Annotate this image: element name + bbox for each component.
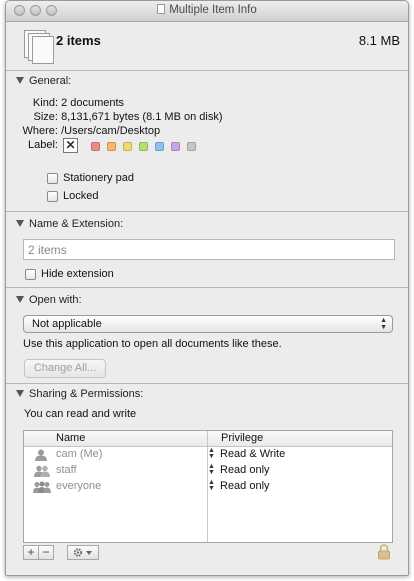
open-with-section-toggle[interactable]: Open with: (16, 294, 82, 306)
label-color-swatch[interactable] (171, 142, 180, 151)
divider (6, 211, 408, 212)
size-row: Size: 8,131,671 bytes (8.1 MB on disk) (6, 111, 223, 123)
table-header: Name Privilege (24, 431, 392, 447)
general-heading: General: (29, 75, 72, 87)
hide-extension-checkbox[interactable] (25, 269, 36, 280)
label-color-swatch[interactable] (187, 142, 196, 151)
group-icon (34, 465, 50, 477)
stationery-pad-checkbox[interactable] (47, 173, 58, 184)
row-name: cam (Me) (56, 448, 103, 460)
popup-arrows-icon: ▲ ▼ (380, 317, 387, 331)
title-bar[interactable]: Multiple Item Info (6, 1, 408, 22)
selection-title: 2 items (56, 33, 101, 48)
label-row: Label: (6, 139, 58, 151)
window-title-wrap: Multiple Item Info (6, 4, 408, 16)
name-extension-section-toggle[interactable]: Name & Extension: (16, 218, 123, 230)
label-color-swatch[interactable] (123, 142, 132, 151)
remove-user-button[interactable]: − (38, 545, 54, 560)
privilege-arrows-icon[interactable]: ▲ ▼ (208, 447, 215, 460)
kind-label: Kind: (32, 97, 58, 109)
documents-icon (20, 30, 56, 66)
divider (6, 70, 408, 71)
kind-value: 2 documents (61, 97, 125, 109)
disclosure-triangle-icon[interactable] (16, 390, 24, 397)
table-row[interactable]: cam (Me) ▲ ▼ Read & Write (24, 447, 392, 463)
document-proxy-icon (157, 4, 166, 14)
divider (6, 287, 408, 288)
hide-extension-label: Hide extension (41, 268, 114, 280)
add-user-button[interactable]: + (23, 545, 39, 560)
general-section-toggle[interactable]: General: (16, 75, 71, 87)
privilege-arrows-icon[interactable]: ▲ ▼ (208, 463, 215, 476)
name-extension-heading: Name & Extension: (29, 218, 124, 230)
row-privilege[interactable]: Read only (220, 464, 270, 476)
permissions-table: Name Privilege cam (Me) ▲ ▼ Read & Write … (23, 430, 393, 543)
gear-icon (73, 548, 92, 557)
column-header-privilege[interactable]: Privilege (221, 432, 263, 444)
where-row: Where: /Users/cam/Desktop (6, 125, 161, 137)
selection-size: 8.1 MB (358, 33, 400, 48)
user-icon (35, 449, 47, 461)
label-color-swatch[interactable] (107, 142, 116, 151)
label-label: Label: (28, 139, 58, 151)
open-with-heading: Open with: (29, 294, 82, 306)
stationery-pad-label: Stationery pad (63, 172, 134, 184)
kind-row: Kind: 2 documents (6, 97, 124, 109)
window-title: Multiple Item Info (169, 4, 257, 16)
sharing-heading: Sharing & Permissions: (29, 388, 144, 400)
document-page-front (32, 36, 54, 64)
disclosure-triangle-icon[interactable] (16, 77, 24, 84)
disclosure-triangle-icon[interactable] (16, 220, 24, 227)
open-with-note: Use this application to open all documen… (23, 338, 282, 350)
change-all-button[interactable]: Change All... (24, 359, 106, 378)
label-color-swatch[interactable] (91, 142, 100, 151)
row-privilege[interactable]: Read only (220, 480, 270, 492)
locked-label: Locked (63, 190, 99, 202)
everyone-icon (33, 481, 51, 493)
label-color-swatch[interactable] (155, 142, 164, 151)
row-name: everyone (56, 480, 102, 492)
row-privilege[interactable]: Read & Write (220, 448, 285, 460)
table-row[interactable]: everyone ▲ ▼ Read only (24, 479, 392, 495)
locked-checkbox[interactable] (47, 191, 58, 202)
size-value: 8,131,671 bytes (8.1 MB on disk) (61, 111, 223, 123)
info-window: Multiple Item Info 2 items 8.1 MB Genera… (5, 0, 409, 576)
divider (6, 383, 408, 384)
open-with-selected: Not applicable (32, 318, 102, 330)
disclosure-triangle-icon[interactable] (16, 296, 24, 303)
label-color-swatch[interactable] (139, 142, 148, 151)
table-row[interactable]: staff ▲ ▼ Read only (24, 463, 392, 479)
sharing-status: You can read and write (24, 408, 137, 420)
open-with-popup[interactable]: Not applicable ▲ ▼ (23, 315, 393, 333)
where-label: Where: (22, 125, 58, 137)
column-header-name[interactable]: Name (56, 432, 85, 444)
action-menu-button[interactable] (67, 545, 99, 560)
lock-icon[interactable] (377, 544, 391, 560)
name-field[interactable]: 2 items (23, 239, 395, 260)
info-header: 2 items 8.1 MB (6, 21, 408, 69)
size-label: Size: (33, 111, 58, 123)
privilege-arrows-icon[interactable]: ▲ ▼ (208, 479, 215, 492)
label-none-button[interactable]: ✕ (63, 138, 78, 153)
sharing-section-toggle[interactable]: Sharing & Permissions: (16, 388, 143, 400)
row-name: staff (56, 464, 77, 476)
where-value: /Users/cam/Desktop (61, 125, 161, 137)
